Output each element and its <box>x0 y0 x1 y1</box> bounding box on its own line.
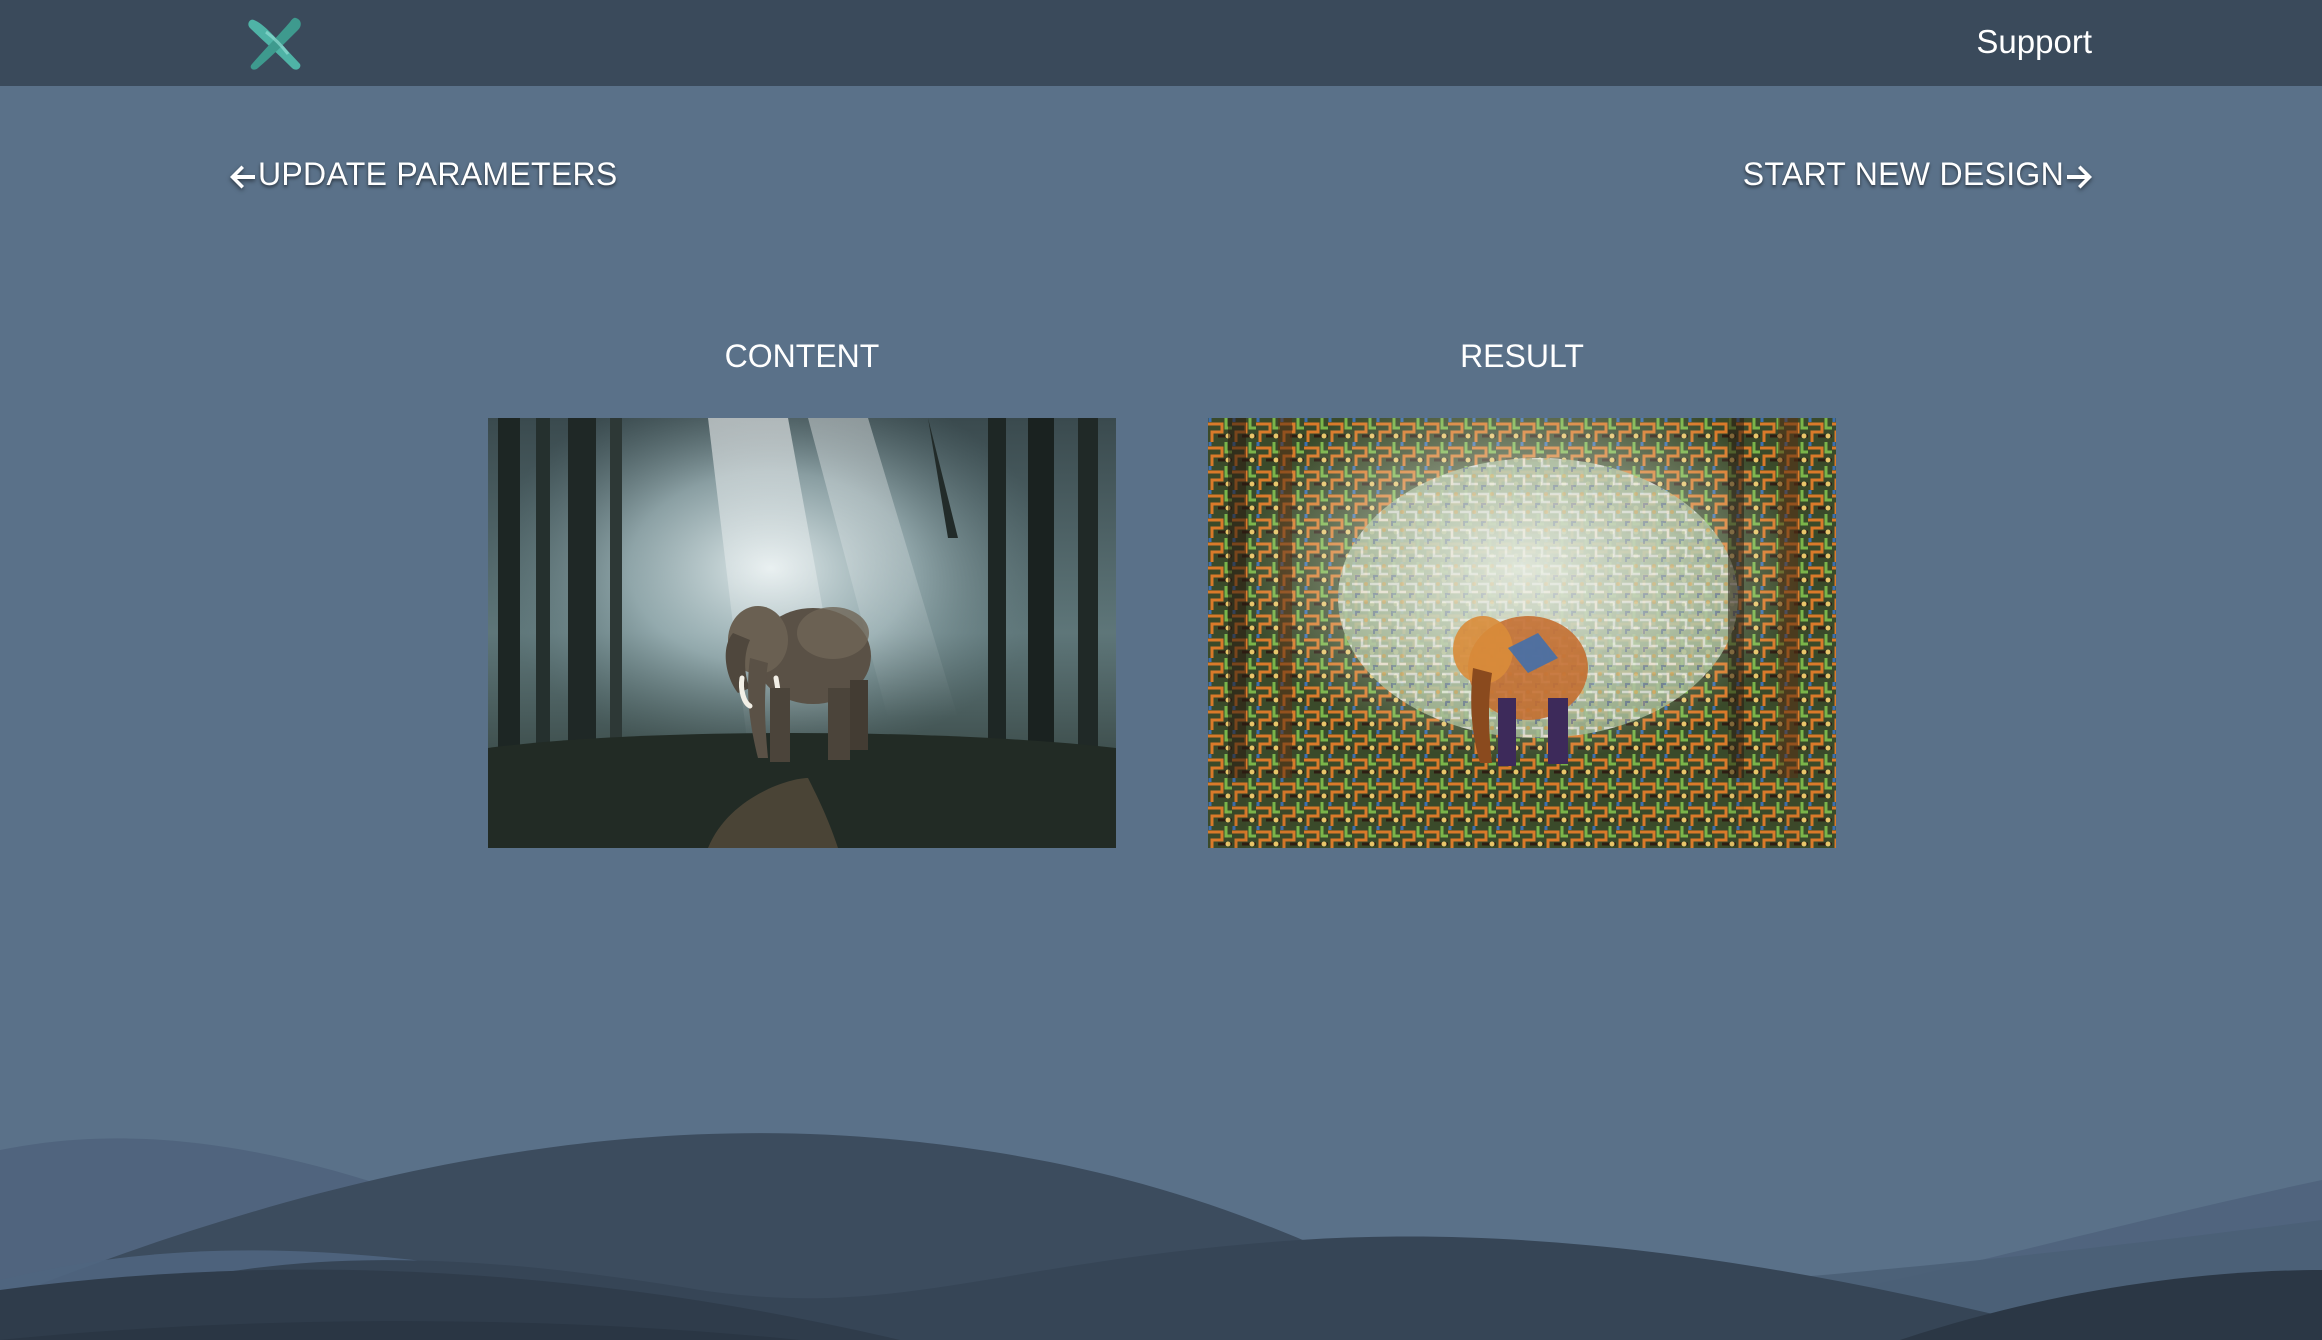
support-link[interactable]: Support <box>1976 20 2092 64</box>
brush-x-logo-icon[interactable] <box>244 14 308 74</box>
update-parameters-label: UPDATE PARAMETERS <box>258 156 618 192</box>
arrow-left-icon <box>228 159 258 189</box>
arrow-right-icon <box>2064 159 2094 189</box>
top-navigation-bar: Support <box>0 0 2322 86</box>
result-image <box>1208 418 1836 848</box>
content-image <box>488 418 1116 848</box>
result-heading: RESULT <box>1460 338 1584 374</box>
background-hills <box>0 1133 2322 1340</box>
content-heading: CONTENT <box>724 338 880 374</box>
start-new-design-label: START NEW DESIGN <box>1742 156 2064 192</box>
update-parameters-button[interactable]: UPDATE PARAMETERS <box>228 152 618 196</box>
start-new-design-button[interactable]: START NEW DESIGN <box>1743 152 2094 196</box>
